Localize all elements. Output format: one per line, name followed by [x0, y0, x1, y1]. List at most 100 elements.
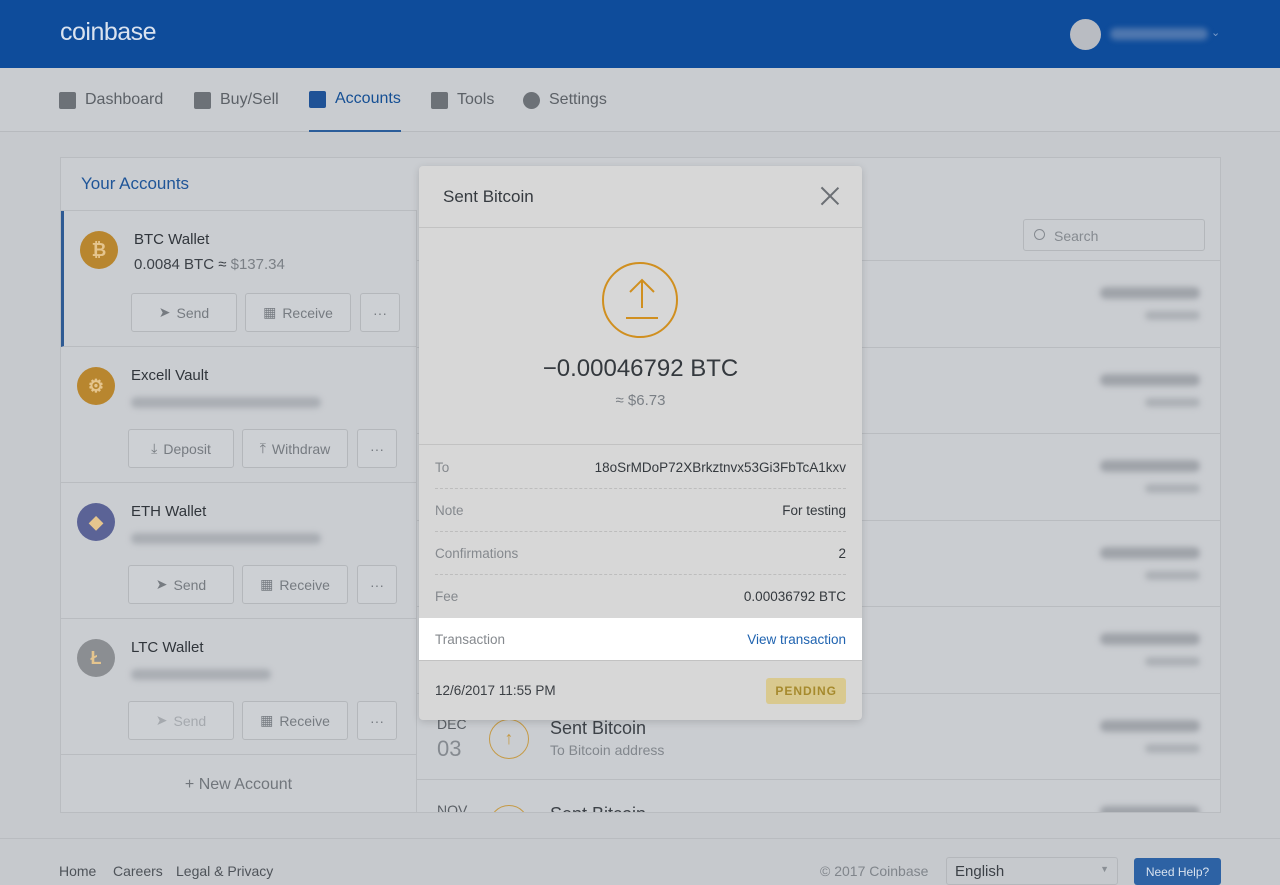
detail-value: 18oSrMDoP72XBrkztnvx53Gi3FbTcA1kxv [594, 460, 846, 475]
balance-blurred [131, 397, 321, 408]
detail-label: Fee [435, 589, 459, 604]
sent-icon: ↑ [489, 805, 529, 812]
account-balance: 0.0084 BTC ≈ $137.34 [134, 256, 285, 273]
copyright: © 2017 Coinbase [820, 863, 929, 879]
nav-label: Dashboard [85, 91, 164, 108]
detail-label: Note [435, 503, 464, 518]
detail-confirmations: Confirmations 2 [419, 532, 862, 575]
language-select[interactable]: English ▼ [946, 857, 1118, 885]
detail-value: 2 [838, 546, 846, 561]
more-button[interactable]: ··· [357, 565, 397, 604]
main-nav: Dashboard Buy/Sell Accounts Tools Settin… [0, 68, 1280, 132]
modal-summary: −0.00046792 BTC ≈ $6.73 [419, 228, 862, 445]
coinbase-logo[interactable]: coinbase [60, 18, 157, 47]
page-title: Your Accounts [81, 174, 190, 193]
qr-code-icon: ▦ [260, 712, 274, 728]
receive-button[interactable]: ▦ Receive [242, 565, 348, 604]
detail-note: Note For testing [419, 489, 862, 532]
view-transaction-link[interactable]: View transaction [747, 632, 846, 647]
avatar[interactable] [1070, 19, 1101, 50]
modal-header: Sent Bitcoin [419, 166, 862, 228]
briefcase-icon [431, 91, 448, 109]
detail-label: Transaction [435, 631, 506, 647]
transaction-modal: Sent Bitcoin −0.00046792 BTC ≈ $6.73 To 1… [419, 166, 862, 720]
footer-link-legal[interactable]: Legal & Privacy [176, 863, 273, 879]
btn-label: Receive [279, 712, 330, 729]
detail-value: 0.00036792 BTC [743, 589, 846, 604]
btn-label: Send [173, 712, 207, 729]
transaction-row[interactable]: NOV ↑ Sent Bitcoin [417, 779, 1220, 813]
more-button[interactable]: ··· [360, 293, 400, 332]
qr-code-icon: ▦ [260, 576, 274, 592]
balance-btc: 0.0084 BTC ≈ [134, 256, 227, 273]
send-icon: ➤ [158, 304, 171, 320]
transaction-date: 12/6/2017 11:55 PM [435, 683, 556, 698]
modal-amount: −0.00046792 BTC [542, 355, 739, 382]
tx-day: 03 [437, 736, 462, 761]
vault-icon: ⚙ [77, 367, 115, 405]
nav-tools[interactable]: Tools [431, 68, 494, 132]
detail-transaction: Transaction View transaction [419, 618, 862, 660]
close-icon[interactable] [820, 186, 840, 206]
litecoin-icon: Ł [77, 639, 115, 677]
swap-icon [194, 91, 211, 109]
chevron-down-icon[interactable]: ⌄ [1211, 26, 1220, 39]
withdraw-button[interactable]: ⤒ Withdraw [242, 429, 348, 468]
gear-icon [523, 91, 540, 109]
nav-buy-sell[interactable]: Buy/Sell [194, 68, 279, 132]
deposit-button[interactable]: ⤓ Deposit [128, 429, 234, 468]
detail-label: To [435, 460, 450, 475]
user-name-blurred[interactable] [1110, 28, 1208, 40]
btn-label: Receive [279, 576, 330, 593]
account-name: BTC Wallet [134, 231, 210, 248]
footer-link-home[interactable]: Home [59, 863, 96, 879]
detail-value: For testing [782, 503, 846, 518]
nav-label: Buy/Sell [220, 91, 279, 108]
new-account-button[interactable]: + New Account [61, 755, 416, 812]
qr-code-icon: ▦ [263, 304, 277, 320]
btn-label: Deposit [163, 440, 211, 457]
account-name: LTC Wallet [131, 639, 204, 656]
status-badge: PENDING [766, 677, 846, 704]
account-eth-wallet[interactable]: ◆ ETH Wallet ➤ Send ▦ Receive ··· [61, 483, 416, 619]
receive-button[interactable]: ▦ Receive [245, 293, 351, 332]
tx-month: NOV [437, 802, 468, 813]
upload-icon: ⤒ [259, 440, 266, 456]
search-placeholder: Search [1054, 228, 1099, 244]
balance-usd: $137.34 [230, 256, 285, 273]
language-value: English [955, 863, 1005, 880]
account-name: Excell Vault [131, 367, 209, 384]
more-button[interactable]: ··· [357, 701, 397, 740]
detail-to: To 18oSrMDoP72XBrkztnvx53Gi3FbTcA1kxv [419, 446, 862, 489]
receive-button[interactable]: ▦ Receive [242, 701, 348, 740]
btn-label: Withdraw [271, 440, 331, 457]
send-button[interactable]: ➤ Send [131, 293, 237, 332]
detail-label: Confirmations [435, 546, 519, 561]
more-button[interactable]: ··· [357, 429, 397, 468]
send-button[interactable]: ➤ Send [128, 701, 234, 740]
download-icon: ⤓ [151, 440, 158, 456]
send-button[interactable]: ➤ Send [128, 565, 234, 604]
account-excell-vault[interactable]: ⚙ Excell Vault ⤓ Deposit ⤒ Withdraw ··· [61, 347, 416, 483]
wallet-icon [309, 90, 326, 108]
nav-dashboard[interactable]: Dashboard [59, 68, 163, 132]
btn-label: Receive [282, 304, 333, 321]
modal-title: Sent Bitcoin [443, 187, 534, 206]
nav-settings[interactable]: Settings [523, 68, 607, 132]
footer: Home Careers Legal & Privacy © 2017 Coin… [0, 838, 1280, 885]
search-input[interactable]: Search [1023, 219, 1205, 251]
top-header: coinbase ⌄ [0, 0, 1280, 68]
footer-link-careers[interactable]: Careers [113, 863, 163, 879]
nav-accounts[interactable]: Accounts [309, 68, 401, 132]
need-help-button[interactable]: Need Help? [1134, 858, 1221, 885]
account-list: ₿ BTC Wallet 0.0084 BTC ≈ $137.34 ➤ Send … [61, 210, 417, 812]
dashboard-icon [59, 91, 76, 109]
tx-title: Sent Bitcoin [550, 804, 646, 812]
search-icon [1034, 229, 1045, 240]
balance-blurred [131, 533, 321, 544]
account-btc-wallet[interactable]: ₿ BTC Wallet 0.0084 BTC ≈ $137.34 ➤ Send … [61, 211, 416, 347]
account-ltc-wallet[interactable]: Ł LTC Wallet ➤ Send ▦ Receive ··· [61, 619, 416, 755]
modal-footer: 12/6/2017 11:55 PM PENDING [419, 660, 862, 720]
nav-label: Settings [549, 91, 607, 108]
detail-fee: Fee 0.00036792 BTC [419, 575, 862, 618]
